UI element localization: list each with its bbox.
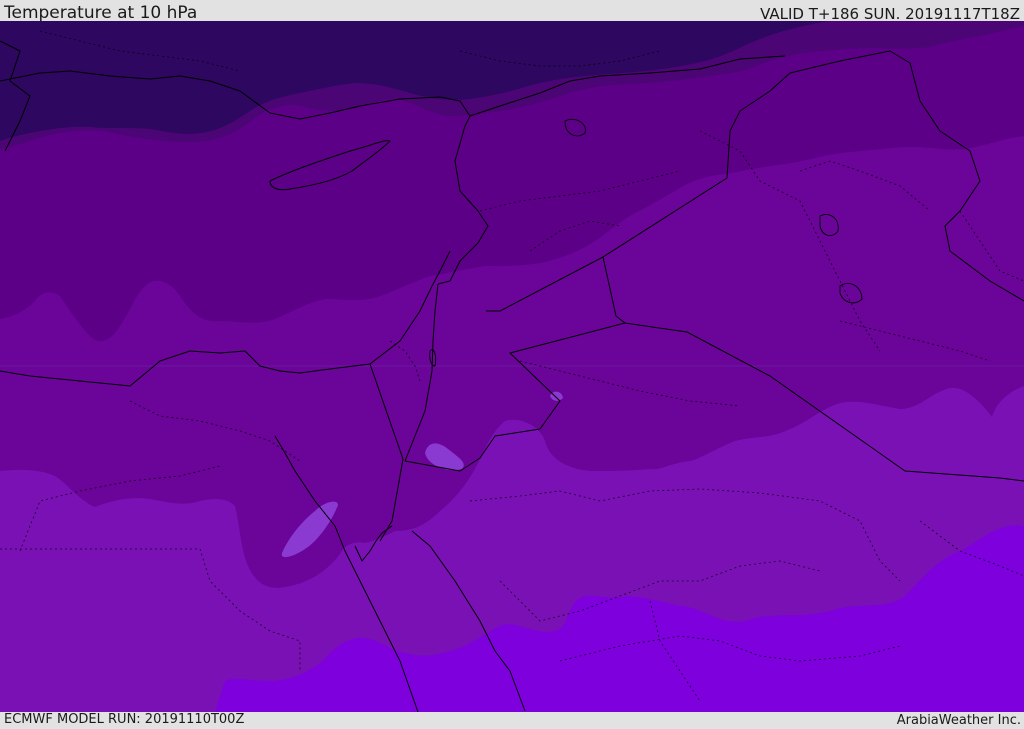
footer-bar: ECMWF MODEL RUN: 20191110T00Z ArabiaWeat… — [0, 712, 1024, 729]
header-bar: Temperature at 10 hPa VALID T+186 SUN. 2… — [0, 0, 1024, 23]
temperature-map[interactable] — [0, 21, 1024, 712]
model-run-label: ECMWF MODEL RUN: 20191110T00Z — [4, 712, 245, 727]
credit-label: ArabiaWeather Inc. — [896, 713, 1021, 728]
map-title: Temperature at 10 hPa — [4, 3, 198, 23]
